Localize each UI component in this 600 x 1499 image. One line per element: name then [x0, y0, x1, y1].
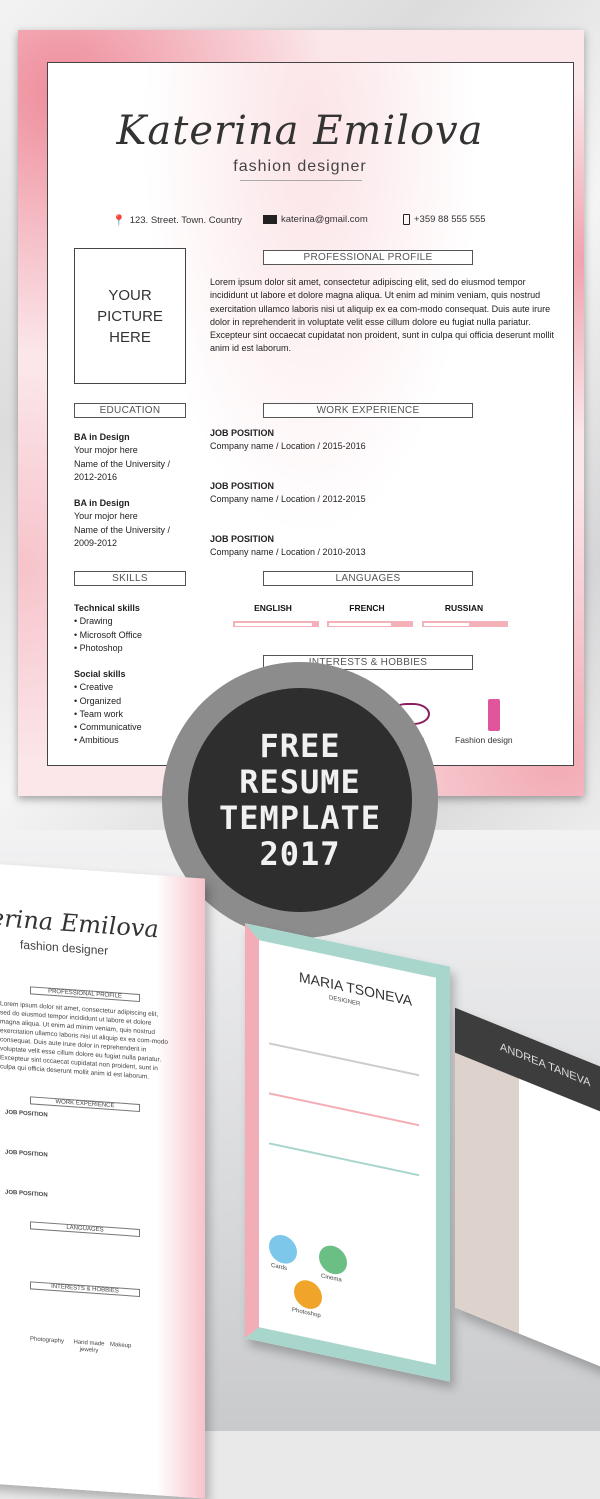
- section-heading-profile: PROFESSIONAL PROFILE: [263, 250, 473, 265]
- work-entry: JOB POSITION Company name / Location / 20…: [210, 481, 366, 505]
- envelope-icon: [263, 215, 277, 224]
- section-heading-skills: SKILLS: [74, 571, 186, 586]
- cinema-icon: [319, 1242, 347, 1277]
- hobby-hand-made-jewelry: Hand made jewelry: [73, 1339, 105, 1355]
- phone-icon: [403, 214, 410, 225]
- language-bar-russian: [422, 621, 508, 627]
- cards-icon: [269, 1232, 297, 1267]
- resume-title: fashion designer: [233, 158, 367, 175]
- language-english: ENGLISH: [254, 603, 292, 613]
- photo-placeholder: YOUR PICTURE HERE: [74, 248, 186, 384]
- language-level-fill: [423, 622, 470, 626]
- section-heading-languages: LANGUAGES: [263, 571, 473, 586]
- free-template-badge: FREE RESUME TEMPLATE 2017: [188, 688, 412, 912]
- photoshop-icon: [294, 1277, 322, 1312]
- technical-skills: Technical skills • Drawing • Microsoft Off…: [74, 603, 143, 653]
- language-bar-english: [233, 621, 319, 627]
- section-heading-work: WORK EXPERIENCE: [263, 403, 473, 418]
- language-level-fill: [234, 622, 312, 626]
- hobby-fashion-design: Fashion design: [455, 735, 513, 745]
- location-pin-icon: 📍: [112, 215, 126, 227]
- education-entry: BA in Design Your mojor here Name of the U…: [74, 432, 171, 482]
- hobby-makeup-mockup: Makeup: [110, 1341, 132, 1350]
- language-russian: RUSSIAN: [444, 603, 484, 613]
- thread-spool-icon: [488, 699, 500, 731]
- resume-name: Katerina Emilova: [116, 108, 484, 154]
- language-french: FRENCH: [349, 603, 385, 613]
- mockup-card-pink: erina Emilova fashion designer PROFESSIO…: [0, 861, 205, 1499]
- language-level-fill: [328, 622, 391, 626]
- contact-email: katerina@gmail.com: [263, 214, 368, 225]
- work-entry: JOB POSITION Company name / Location / 20…: [210, 534, 366, 558]
- social-skills: Social skills • Creative • Organized • Team…: [74, 669, 142, 746]
- hobby-photography: Photography: [30, 1336, 65, 1345]
- education-entry: BA in Design Your mojor here Name of the U…: [74, 498, 171, 548]
- language-bar-french: [327, 621, 413, 627]
- section-heading-education: EDUCATION: [74, 403, 186, 418]
- contact-address: 📍 123. Street. Town. Country: [112, 215, 243, 227]
- profile-text: Lorem ipsum dolor sit amet, consectetur …: [210, 277, 555, 354]
- title-underline: [240, 180, 362, 181]
- contact-phone: +359 88 555 555: [403, 214, 486, 225]
- work-entry: JOB POSITION Company name / Location / 20…: [210, 428, 366, 452]
- mockup-card-mint: MARIA TSONEVA DESIGNER Cards Cinema Phot…: [245, 923, 450, 1382]
